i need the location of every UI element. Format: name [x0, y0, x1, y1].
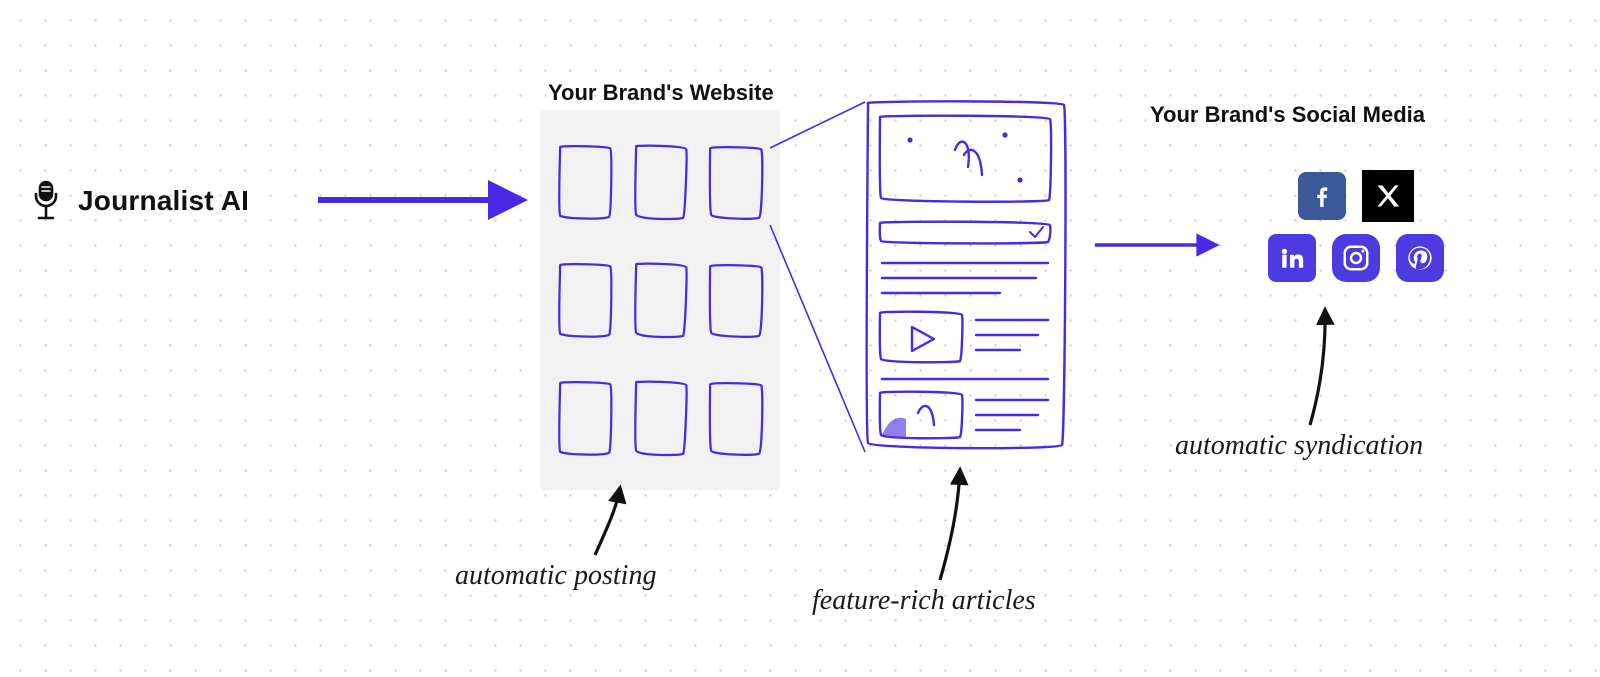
journalist-ai-node: Journalist AI [30, 180, 249, 222]
website-panel [540, 110, 780, 490]
zoom-line-bottom [770, 225, 865, 452]
journalist-ai-label: Journalist AI [78, 185, 249, 217]
website-heading: Your Brand's Website [548, 80, 774, 106]
facebook-icon [1298, 172, 1346, 220]
arrow-caption-articles [940, 470, 960, 580]
pinterest-icon [1396, 234, 1444, 282]
arrow-caption-syndication [1310, 310, 1325, 425]
instagram-icon [1332, 234, 1380, 282]
thumbnail-sketch [629, 130, 690, 234]
microphone-icon [30, 180, 62, 222]
arrow-caption-posting [595, 488, 620, 555]
thumbnail-sketch [554, 130, 615, 234]
thumbnail-sketch [629, 248, 690, 352]
thumbnail-sketch [705, 130, 766, 234]
article-detail-sketch [860, 95, 1070, 455]
caption-articles: feature-rich articles [812, 585, 1036, 617]
x-twitter-icon [1362, 170, 1414, 222]
zoom-line-top [770, 102, 865, 148]
caption-posting: automatic posting [455, 560, 656, 592]
thumbnail-sketch [629, 366, 690, 470]
thumbnail-sketch [705, 366, 766, 470]
linkedin-icon [1268, 234, 1316, 282]
website-thumbnail-grid [554, 130, 766, 470]
social-heading: Your Brand's Social Media [1150, 102, 1425, 128]
social-icons-block [1268, 170, 1444, 282]
diagram-stage: Journalist AI Your Brand's Website [0, 0, 1600, 677]
caption-syndication: automatic syndication [1175, 430, 1423, 462]
thumbnail-sketch [705, 248, 766, 352]
thumbnail-sketch [554, 366, 615, 470]
thumbnail-sketch [554, 248, 615, 352]
